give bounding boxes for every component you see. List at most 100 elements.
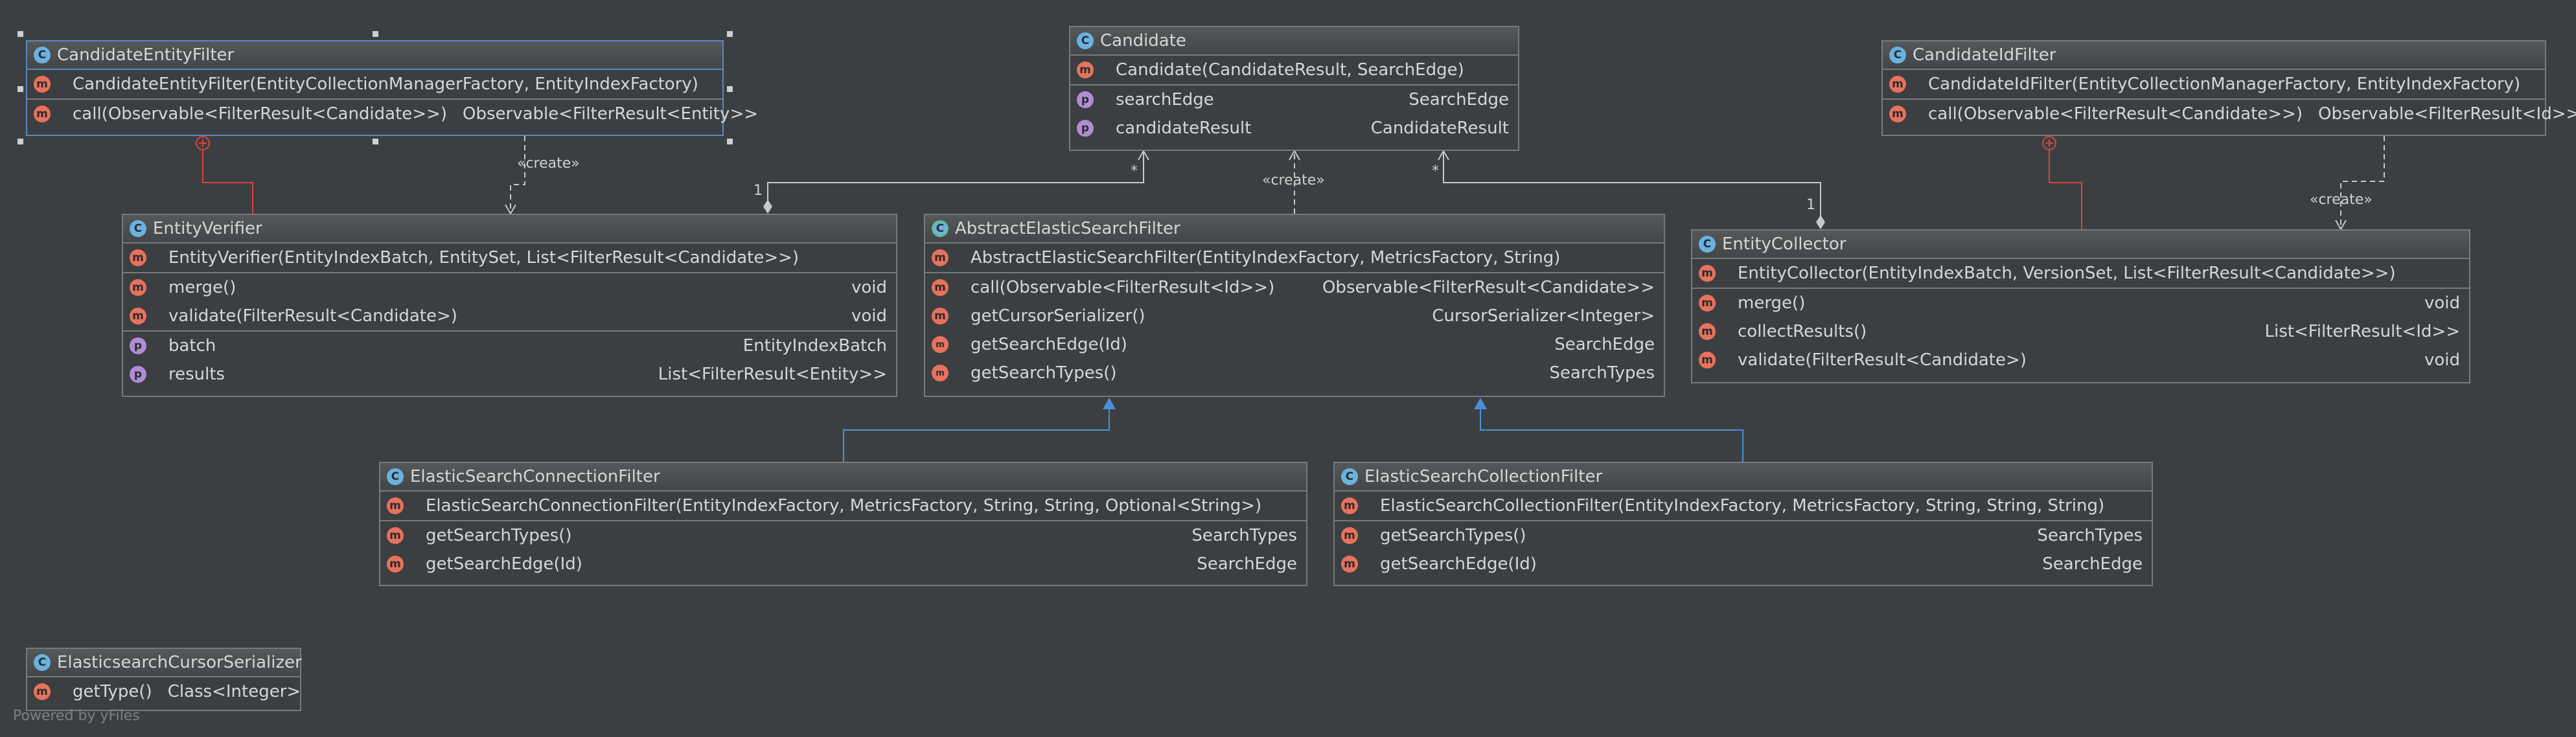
method-row[interactable]: m call(Observable<FilterResult<Candidate… — [27, 100, 758, 128]
class-name: CandidateIdFilter — [1913, 45, 2056, 65]
property-row[interactable]: p candidateResult CandidateResult — [1070, 114, 1518, 142]
class-icon: C — [130, 220, 146, 237]
class-header[interactable]: C ElasticSearchCollectionFilter — [1335, 463, 2152, 492]
class-name: CandidateEntityFilter — [57, 45, 235, 65]
member-name: CandidateIdFilter(EntityCollectionManage… — [1928, 74, 2521, 94]
property-icon: p — [1077, 120, 1094, 137]
method-icon: m — [387, 497, 404, 514]
class-name: EntityVerifier — [153, 219, 262, 238]
property-row[interactable]: p results List<FilterResult<Entity>> — [123, 360, 896, 389]
resize-handle[interactable] — [727, 86, 733, 92]
constructor-row[interactable]: m CandidateEntityFilter(EntityCollection… — [27, 70, 722, 98]
uml-diagram-canvas[interactable]: «create» «create» «create» 1 * 1 * C Can… — [0, 0, 2576, 737]
method-row[interactable]: m getSearchTypes() SearchTypes — [925, 359, 1664, 387]
class-abstract-elastic-search-filter[interactable]: C AbstractElasticSearchFilter m Abstract… — [924, 214, 1665, 397]
property-row[interactable]: p batch EntityIndexBatch — [123, 332, 896, 360]
method-row[interactable]: m getSearchTypes() SearchTypes — [1335, 521, 2152, 550]
method-icon: m — [130, 249, 146, 266]
class-entity-collector[interactable]: C EntityCollector m EntityCollector(Enti… — [1691, 229, 2470, 383]
multiplicity-one-left: 1 — [753, 183, 763, 199]
member-type: EntityIndexBatch — [742, 336, 887, 356]
member-type: SearchEdge — [1409, 90, 1509, 109]
class-header[interactable]: C CandidateIdFilter — [1883, 41, 2545, 70]
class-header[interactable]: C EntityCollector — [1692, 231, 2469, 259]
method-row[interactable]: m getType() Class<Integer> — [27, 677, 301, 706]
constructor-row[interactable]: m Candidate(CandidateResult, SearchEdge) — [1070, 56, 1518, 84]
method-row[interactable]: m call(Observable<FilterResult<Candidate… — [1883, 100, 2576, 128]
class-entity-verifier[interactable]: C EntityVerifier m EntityVerifier(Entity… — [122, 214, 897, 397]
method-row[interactable]: m collectResults() List<FilterResult<Id>… — [1692, 317, 2469, 346]
create-edge-candidate-id-filter — [2335, 136, 2385, 231]
resize-handle[interactable] — [17, 86, 23, 92]
member-type: void — [2424, 293, 2460, 313]
property-row[interactable]: p searchEdge SearchEdge — [1070, 85, 1518, 114]
class-icon: C — [34, 47, 51, 63]
method-row[interactable]: m merge() void — [1692, 289, 2469, 317]
member-type: SearchTypes — [1549, 363, 1655, 383]
member-type: CandidateResult — [1370, 119, 1509, 138]
powered-by-footer: Powered by yFiles — [13, 708, 140, 724]
member-name: getSearchTypes() — [426, 526, 572, 545]
class-elasticsearch-cursor-serializer[interactable]: C ElasticsearchCursorSerializer m getTyp… — [26, 648, 302, 711]
method-row[interactable]: m getSearchEdge(Id) SearchEdge — [925, 330, 1664, 359]
constructor-row[interactable]: m AbstractElasticSearchFilter(EntityInde… — [925, 244, 1664, 272]
method-icon: m — [34, 106, 51, 122]
method-icon: m — [1889, 106, 1906, 122]
method-row[interactable]: m getSearchEdge(Id) SearchEdge — [1335, 550, 2152, 578]
class-elastic-search-collection-filter[interactable]: C ElasticSearchCollectionFilter m Elasti… — [1333, 462, 2153, 586]
resize-handle[interactable] — [727, 139, 733, 144]
member-type: List<FilterResult<Id>> — [2264, 322, 2461, 341]
class-header[interactable]: C Candidate — [1070, 27, 1518, 56]
member-name: collectResults() — [1738, 322, 1867, 341]
create-label-1: «create» — [517, 155, 580, 172]
method-icon: m — [1699, 352, 1716, 368]
member-name: AbstractElasticSearchFilter(EntityIndexF… — [971, 248, 1561, 267]
class-elastic-search-connection-filter[interactable]: C ElasticSearchConnectionFilter m Elasti… — [379, 462, 1307, 586]
class-header[interactable]: C EntityVerifier — [123, 215, 896, 244]
constructor-row[interactable]: m CandidateIdFilter(EntityCollectionMana… — [1883, 70, 2545, 98]
method-row[interactable]: m validate(FilterResult<Candidate>) void — [123, 302, 896, 330]
method-row[interactable]: m call(Observable<FilterResult<Id>>) Obs… — [925, 273, 1664, 302]
member-type: SearchEdge — [1554, 335, 1655, 354]
inheritance-collection-filter — [1474, 398, 1743, 462]
method-icon: m — [34, 683, 51, 700]
class-icon: C — [1889, 47, 1906, 63]
member-name: call(Observable<FilterResult<Candidate>>… — [73, 104, 447, 124]
resize-handle[interactable] — [17, 31, 23, 37]
constructor-row[interactable]: m ElasticSearchCollectionFilter(EntityIn… — [1335, 492, 2152, 520]
member-type: SearchTypes — [2037, 526, 2143, 545]
class-icon: C — [34, 654, 51, 671]
class-header[interactable]: C ElasticSearchConnectionFilter — [380, 463, 1306, 492]
inheritance-connection-filter — [843, 398, 1116, 462]
property-icon: p — [1077, 91, 1094, 108]
resize-handle[interactable] — [17, 139, 23, 144]
class-header[interactable]: C AbstractElasticSearchFilter — [925, 215, 1664, 244]
resize-handle[interactable] — [373, 139, 378, 144]
class-header[interactable]: C CandidateEntityFilter — [27, 41, 722, 70]
member-name: EntityVerifier(EntityIndexBatch, EntityS… — [168, 248, 799, 267]
method-icon: m — [1889, 76, 1906, 93]
constructor-row[interactable]: m EntityCollector(EntityIndexBatch, Vers… — [1692, 259, 2469, 288]
method-row[interactable]: m getSearchTypes() SearchTypes — [380, 521, 1306, 550]
property-icon: p — [130, 366, 146, 383]
class-header[interactable]: C ElasticsearchCursorSerializer — [27, 649, 302, 677]
constructor-row[interactable]: m EntityVerifier(EntityIndexBatch, Entit… — [123, 244, 896, 272]
method-row[interactable]: m validate(FilterResult<Candidate>) void — [1692, 346, 2469, 374]
member-name: merge() — [168, 278, 236, 297]
class-candidate-entity-filter[interactable]: C CandidateEntityFilter m CandidateEntit… — [26, 40, 758, 136]
method-icon: m — [932, 308, 949, 324]
constructor-row[interactable]: m ElasticSearchConnectionFilter(EntityIn… — [380, 492, 1306, 520]
resize-handle[interactable] — [373, 31, 378, 37]
multiplicity-many-left: * — [1131, 163, 1138, 179]
method-row[interactable]: m getCursorSerializer() CursorSerializer… — [925, 302, 1664, 330]
method-row[interactable]: m merge() void — [123, 273, 896, 302]
class-candidate-id-filter[interactable]: C CandidateIdFilter m CandidateIdFilter(… — [1881, 40, 2576, 136]
class-candidate[interactable]: C Candidate m Candidate(CandidateResult,… — [1069, 26, 1519, 151]
resize-handle[interactable] — [727, 31, 733, 37]
method-row[interactable]: m getSearchEdge(Id) SearchEdge — [380, 550, 1306, 578]
member-name: ElasticSearchCollectionFilter(EntityInde… — [1380, 496, 2105, 516]
abstract-method-icon: m — [932, 365, 949, 381]
class-name: ElasticSearchCollectionFilter — [1364, 467, 1603, 486]
member-type: SearchEdge — [1197, 554, 1297, 574]
member-type: SearchEdge — [2042, 554, 2143, 574]
